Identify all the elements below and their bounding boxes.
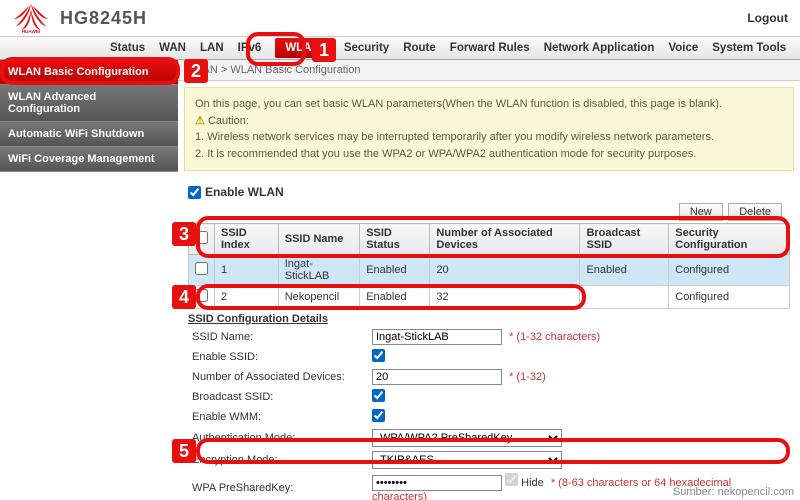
- hide-psk-checkbox[interactable]: [505, 473, 518, 486]
- col-broadcast: Broadcast SSID: [580, 224, 669, 255]
- callout-badge-2: 2: [184, 59, 208, 83]
- psk-label: WPA PreSharedKey:: [188, 471, 368, 500]
- enc-mode-select[interactable]: TKIP&AES: [372, 451, 562, 469]
- callout-badge-1: 1: [312, 38, 336, 62]
- ssid-config-form: SSID Name: * (1-32 characters) Enable SS…: [188, 327, 790, 500]
- tab-security[interactable]: Security: [344, 42, 389, 54]
- notice-caution: Caution:: [208, 115, 249, 127]
- ssid-table: SSID Index SSID Name SSID Status Number …: [188, 223, 790, 309]
- table-row[interactable]: 2 Nekopencil Enabled 32 Configured: [189, 286, 790, 309]
- notice-line2: 2. It is recommended that you use the WP…: [195, 146, 783, 163]
- col-ssid-name: SSID Name: [278, 224, 359, 255]
- new-button[interactable]: New: [679, 203, 723, 221]
- sidebar-item-auto-wifi-shutdown[interactable]: Automatic WiFi Shutdown: [0, 122, 178, 147]
- col-ssid-status: SSID Status: [360, 224, 430, 255]
- notice-intro: On this page, you can set basic WLAN par…: [195, 96, 783, 113]
- sidebar-item-wlan-basic[interactable]: WLAN Basic Configuration: [0, 60, 178, 85]
- breadcrumb: WLAN > WLAN Basic Configuration: [178, 60, 800, 81]
- model-title: HG8245H: [60, 8, 147, 29]
- delete-button[interactable]: Delete: [728, 203, 782, 221]
- top-nav: Status WAN LAN IPv6 WLAN Security Route …: [0, 36, 800, 60]
- tab-wan[interactable]: WAN: [159, 42, 186, 54]
- col-assoc-devices: Number of Associated Devices: [430, 224, 580, 255]
- callout-badge-5: 5: [172, 439, 196, 463]
- tab-voice[interactable]: Voice: [668, 42, 698, 54]
- col-ssid-index: SSID Index: [215, 224, 279, 255]
- tab-route[interactable]: Route: [403, 42, 436, 54]
- broadcast-label: Broadcast SSID:: [188, 387, 368, 407]
- tab-ipv6[interactable]: IPv6: [238, 42, 262, 54]
- notice-line1: 1. Wireless network services may be inte…: [195, 129, 783, 146]
- ssid-name-label: SSID Name:: [188, 327, 368, 347]
- ssid-select-all[interactable]: [195, 231, 208, 244]
- details-title: SSID Configuration Details: [188, 313, 790, 325]
- row1-select[interactable]: [195, 262, 208, 275]
- ssid-name-hint: * (1-32 characters): [509, 331, 600, 343]
- sidebar-item-wlan-advanced[interactable]: WLAN Advanced Configuration: [0, 85, 178, 122]
- huawei-logo: HUAWEI: [12, 2, 50, 34]
- enable-wlan-label: Enable WLAN: [205, 185, 284, 199]
- enable-wlan-checkbox[interactable]: [188, 186, 201, 199]
- sidebar: WLAN Basic Configuration WLAN Advanced C…: [0, 60, 178, 500]
- enc-mode-label: Encryption Mode:: [188, 449, 368, 471]
- hide-psk-label: Hide: [521, 477, 544, 489]
- tab-forward-rules[interactable]: Forward Rules: [450, 42, 530, 54]
- content-panel: WLAN > WLAN Basic Configuration On this …: [178, 60, 800, 500]
- tab-lan[interactable]: LAN: [200, 42, 224, 54]
- tab-network-application[interactable]: Network Application: [544, 42, 655, 54]
- psk-input[interactable]: [372, 475, 502, 491]
- main-area: WLAN Basic Configuration WLAN Advanced C…: [0, 60, 800, 500]
- enable-ssid-checkbox[interactable]: [372, 349, 385, 362]
- wmm-checkbox[interactable]: [372, 409, 385, 422]
- assoc-label: Number of Associated Devices:: [188, 367, 368, 387]
- callout-badge-3: 3: [172, 222, 196, 246]
- col-security: Security Configuration: [669, 224, 790, 255]
- broadcast-checkbox[interactable]: [372, 389, 385, 402]
- logout-link[interactable]: Logout: [747, 11, 788, 25]
- header-bar: HUAWEI HG8245H Logout: [0, 0, 800, 36]
- row2-select[interactable]: [195, 289, 208, 302]
- auth-mode-select[interactable]: WPA/WPA2 PreSharedKey: [372, 429, 562, 447]
- auth-mode-label: Authentication Mode:: [188, 427, 368, 449]
- warning-icon: ⚠: [195, 115, 205, 127]
- tab-status[interactable]: Status: [110, 42, 145, 54]
- callout-badge-4: 4: [172, 285, 196, 309]
- wmm-label: Enable WMM:: [188, 407, 368, 427]
- source-attribution: Sumber: nekopencil.com: [673, 486, 794, 498]
- table-row[interactable]: 1 Ingat-StickLAB Enabled 20 Enabled Conf…: [189, 255, 790, 286]
- caution-notice: On this page, you can set basic WLAN par…: [184, 87, 794, 171]
- enable-ssid-label: Enable SSID:: [188, 347, 368, 367]
- tab-system-tools[interactable]: System Tools: [712, 42, 786, 54]
- assoc-input[interactable]: [372, 369, 502, 385]
- ssid-name-input[interactable]: [372, 329, 502, 345]
- sidebar-item-wifi-coverage[interactable]: WiFi Coverage Management: [0, 147, 178, 172]
- assoc-hint: * (1-32): [509, 371, 546, 383]
- svg-text:HUAWEI: HUAWEI: [22, 29, 41, 34]
